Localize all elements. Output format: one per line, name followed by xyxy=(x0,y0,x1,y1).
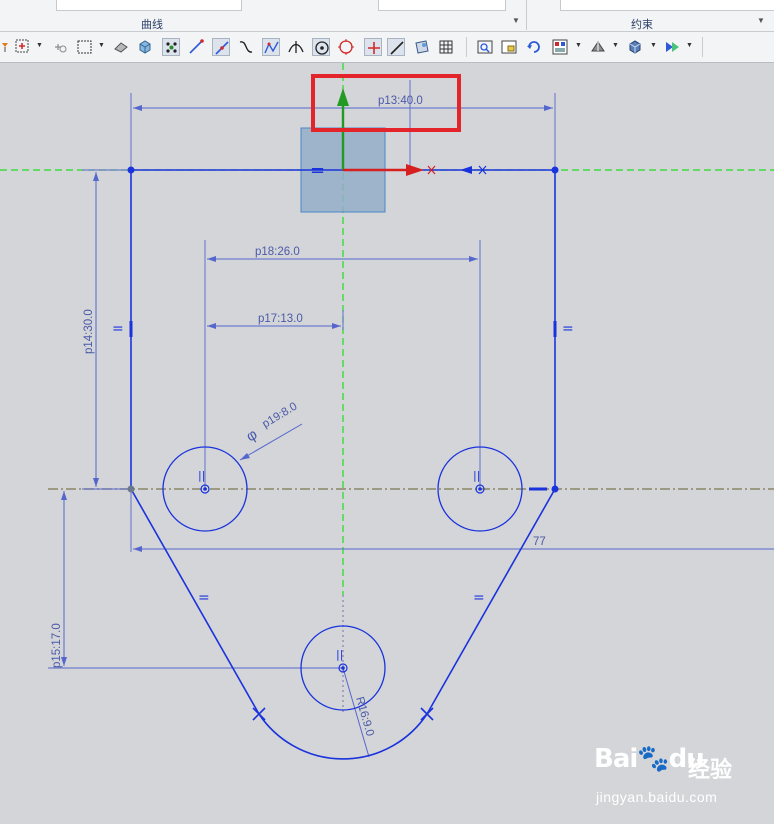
watermark-url: jingyan.baidu.com xyxy=(596,789,718,805)
snap-icon[interactable] xyxy=(52,38,70,56)
parallel-mark-left: || xyxy=(198,469,205,482)
equal-mark-left: = xyxy=(112,321,124,337)
point-constraint-icon[interactable] xyxy=(162,38,180,56)
toolbar-divider xyxy=(466,37,467,57)
dimension-labels[interactable]: p13:40.0 p18:26.0 p17:13.0 p14:30.0 p15:… xyxy=(51,95,546,738)
spline-icon[interactable] xyxy=(237,38,255,56)
equal-mark-right: = xyxy=(562,321,574,337)
dim-hole-spacing: p18:26.0 xyxy=(255,246,300,258)
line-point-icon[interactable] xyxy=(212,38,230,56)
render-style-dropdown-icon[interactable]: ▼ xyxy=(612,42,619,49)
diameter-symbol: φ xyxy=(243,426,260,446)
toolbar-divider-2 xyxy=(702,37,703,57)
point-on-curve-icon[interactable] xyxy=(312,38,330,56)
view-orient-icon[interactable] xyxy=(663,38,681,56)
dim-left-height: p14:30.0 xyxy=(83,309,95,354)
ribbon-gallery-constraint[interactable] xyxy=(560,0,774,11)
grid-icon[interactable] xyxy=(437,38,455,56)
zoom-window-icon[interactable] xyxy=(500,38,518,56)
ribbon-group-expand-icon[interactable]: ▼ xyxy=(512,16,520,25)
equal-mark-slant-left: = xyxy=(198,590,210,606)
rotate-view-icon[interactable] xyxy=(525,38,543,56)
parallel-mark-bottom: || xyxy=(336,648,343,661)
layout-dropdown-icon[interactable]: ▼ xyxy=(575,42,582,49)
curve-icon[interactable] xyxy=(262,38,280,56)
select-dropdown-icon[interactable]: ▼ xyxy=(36,42,43,49)
view-cube-icon[interactable] xyxy=(136,38,154,56)
fit-view-icon[interactable] xyxy=(476,38,494,56)
render-icon[interactable] xyxy=(413,38,431,56)
y-axis-arrow-head[interactable] xyxy=(337,88,349,106)
box-select-icon[interactable] xyxy=(76,38,94,56)
dim-bottom-offset: p15:17.0 xyxy=(51,623,63,668)
cross-icon[interactable] xyxy=(364,38,382,56)
shaded-cube-dropdown-icon[interactable]: ▼ xyxy=(650,42,657,49)
box-select-dropdown-icon[interactable]: ▼ xyxy=(98,42,105,49)
render-style-icon[interactable] xyxy=(589,38,607,56)
ribbon-gallery-edit[interactable] xyxy=(378,0,506,11)
direction-arrow xyxy=(460,166,472,174)
ribbon-group-curve-label: 曲线 xyxy=(141,19,163,31)
ribbon-gallery-curve[interactable] xyxy=(56,0,242,11)
dim-top-width: p13:40.0 xyxy=(378,95,423,107)
view-shaded-icon[interactable] xyxy=(112,38,130,56)
ribbon-divider xyxy=(526,0,527,30)
select-point-icon[interactable] xyxy=(14,38,32,56)
sketch-toolbar: ▼ ▼ ▼ ▼ ▼ ▼ xyxy=(0,32,774,63)
layout-icon[interactable] xyxy=(551,38,569,56)
x-axis-arrow-head[interactable] xyxy=(406,164,424,176)
watermark-text: 经验 xyxy=(688,757,733,782)
ribbon-group-expand-icon-2[interactable]: ▼ xyxy=(757,16,765,25)
dim-hole-diameter: p19:8.0 xyxy=(260,401,299,431)
dimension-lines xyxy=(63,107,774,758)
sketch-canvas[interactable]: = p13:40.0 p18:26.0 p17:13.0 p14:30.0 p1… xyxy=(0,63,774,824)
dim-reference-width: 77 xyxy=(533,536,546,548)
line-icon[interactable] xyxy=(187,38,205,56)
shaded-cube-icon[interactable] xyxy=(626,38,644,56)
intersection-icon[interactable] xyxy=(287,38,305,56)
dim-half-spacing: p17:13.0 xyxy=(258,313,303,325)
ribbon: 曲线 ▼ 约束 ▼ xyxy=(0,0,774,32)
equal-mark-slant-right: = xyxy=(473,590,485,606)
parallel-mark-right: || xyxy=(473,469,480,482)
view-orient-dropdown-icon[interactable]: ▼ xyxy=(686,42,693,49)
dim-arc-radius: R16:9.0 xyxy=(353,696,376,738)
sketch-filter-icon[interactable] xyxy=(0,38,10,56)
circle-icon[interactable] xyxy=(337,38,355,56)
ribbon-group-constraint-label: 约束 xyxy=(631,19,653,31)
tangent-line-icon[interactable] xyxy=(387,38,405,56)
